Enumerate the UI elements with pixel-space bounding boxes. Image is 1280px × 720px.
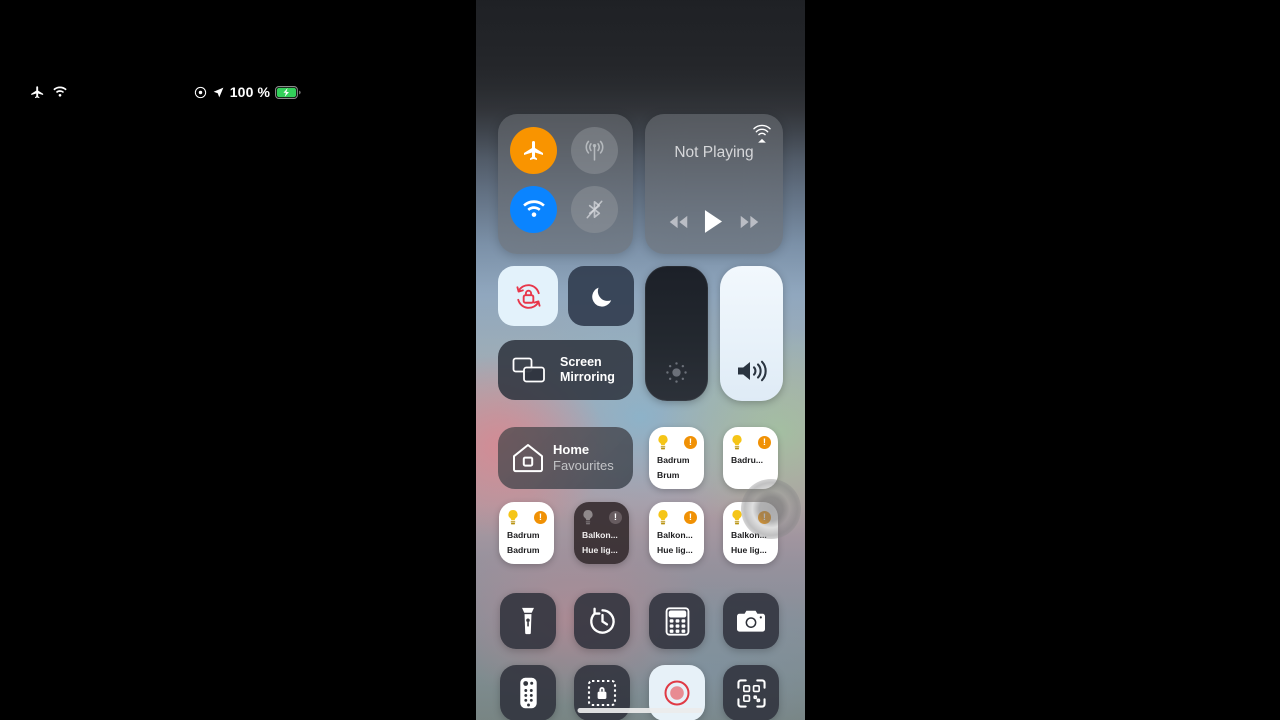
accessory-label-line1: Balkon... — [731, 530, 767, 540]
brightness-slider[interactable] — [645, 266, 708, 401]
accessory-label-line2: Badrum — [507, 544, 540, 555]
accessory-label-line2: Hue lig... — [582, 544, 618, 555]
airplane-mode-toggle[interactable] — [510, 127, 557, 174]
volume-icon — [720, 357, 783, 385]
now-playing-module[interactable]: Not Playing — [645, 114, 783, 254]
airplane-icon — [30, 85, 45, 100]
focus-toggle[interactable] — [568, 266, 634, 326]
brightness-icon — [645, 360, 708, 385]
focus-icon — [194, 86, 207, 99]
accessory-label-line2: Hue lig... — [657, 544, 693, 555]
warning-badge: ! — [758, 436, 771, 449]
accessory-label-line1: Badrum — [657, 455, 690, 465]
status-bar-left — [30, 85, 68, 100]
screen-mirroring-icon — [512, 357, 546, 384]
qr-code-scanner-button[interactable] — [723, 665, 779, 720]
accessory-head: ! — [657, 509, 697, 526]
screen-mirroring-button[interactable]: Screen Mirroring — [498, 340, 633, 400]
calculator-button[interactable] — [649, 593, 705, 649]
lightbulb-icon — [507, 509, 519, 526]
home-subtitle: Favourites — [553, 458, 614, 473]
accessory-label-line1: Badru... — [731, 455, 763, 465]
mirror-label-line1: Screen — [560, 355, 602, 369]
media-controls — [645, 209, 783, 234]
accessory-tile[interactable]: ! Balkon... Hue lig... — [723, 502, 778, 564]
home-favourites-tile[interactable]: Home Favourites — [498, 427, 633, 489]
location-arrow-icon — [212, 86, 225, 99]
cellular-data-toggle[interactable] — [571, 127, 618, 174]
lightbulb-icon — [657, 434, 669, 451]
rewind-button[interactable] — [668, 214, 689, 230]
airplay-icon[interactable] — [751, 122, 773, 144]
battery-percentage: 100 % — [229, 84, 270, 100]
accessory-head: ! — [731, 509, 771, 526]
lightbulb-icon — [731, 434, 743, 451]
rotation-lock-toggle[interactable] — [498, 266, 558, 326]
accessory-label-line1: Balkon... — [657, 530, 693, 540]
volume-slider[interactable] — [720, 266, 783, 401]
play-button[interactable] — [703, 209, 724, 234]
accessory-head: ! — [582, 509, 622, 526]
battery-charging-icon — [275, 85, 301, 99]
warning-badge: ! — [534, 511, 547, 524]
wifi-toggle[interactable] — [510, 186, 557, 233]
status-bar-right: 100 % — [194, 84, 301, 100]
accessory-label-line1: Balkon... — [582, 530, 618, 540]
lightbulb-icon — [657, 509, 669, 526]
fast-forward-button[interactable] — [739, 214, 760, 230]
screen-mirroring-label: Screen Mirroring — [560, 355, 630, 385]
flashlight-button[interactable] — [500, 593, 556, 649]
accessory-label-line2: Brum — [657, 469, 680, 480]
accessory-head: ! — [507, 509, 547, 526]
warning-badge: ! — [609, 511, 622, 524]
lightbulb-icon — [582, 509, 594, 526]
home-title: Home — [553, 442, 590, 457]
home-icon — [511, 442, 545, 474]
connectivity-module — [498, 114, 633, 254]
status-bar: 100 % — [0, 80, 329, 104]
accessory-tile[interactable]: ! Balkon... Hue lig... — [574, 502, 629, 564]
camera-button[interactable] — [723, 593, 779, 649]
accessory-tile[interactable]: ! Badrum Badrum — [499, 502, 554, 564]
bluetooth-toggle[interactable] — [571, 186, 618, 233]
accessory-tile[interactable]: ! Badru... — [723, 427, 778, 489]
warning-badge: ! — [758, 511, 771, 524]
accessory-head: ! — [731, 434, 771, 451]
warning-badge: ! — [684, 511, 697, 524]
accessory-tile[interactable]: ! Balkon... Hue lig... — [649, 502, 704, 564]
accessory-label-line2: Hue lig... — [731, 544, 767, 555]
apple-tv-remote-button[interactable] — [500, 665, 556, 720]
now-playing-title: Not Playing — [674, 144, 754, 161]
timer-button[interactable] — [574, 593, 630, 649]
lightbulb-icon — [731, 509, 743, 526]
accessory-tile[interactable]: ! Badrum Brum — [649, 427, 704, 489]
accessory-head: ! — [657, 434, 697, 451]
accessory-label-line1: Badrum — [507, 530, 540, 540]
screen-capture: 100 % Not Playing Screen Mirroring Home … — [0, 0, 1280, 720]
mirror-label-line2: Mirroring — [560, 370, 615, 384]
home-indicator[interactable] — [577, 708, 703, 713]
home-tile-text: Home Favourites — [553, 442, 614, 474]
warning-badge: ! — [684, 436, 697, 449]
wifi-icon — [52, 86, 68, 99]
